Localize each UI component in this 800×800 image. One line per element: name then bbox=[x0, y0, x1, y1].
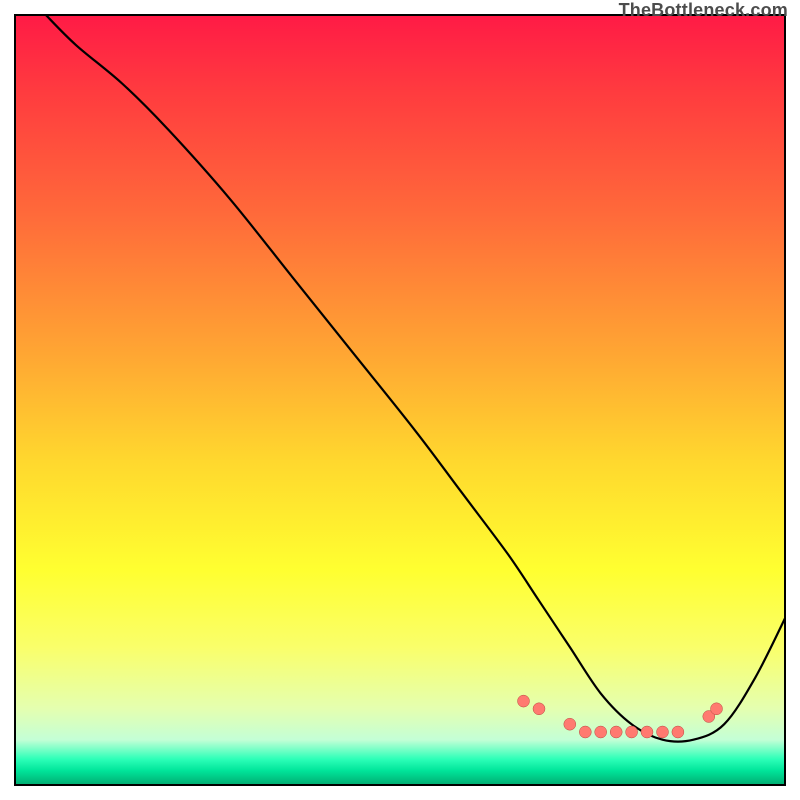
watermark-text: TheBottleneck.com bbox=[619, 0, 788, 21]
gradient-background bbox=[14, 14, 786, 786]
chart-stage: TheBottleneck.com bbox=[0, 0, 800, 800]
